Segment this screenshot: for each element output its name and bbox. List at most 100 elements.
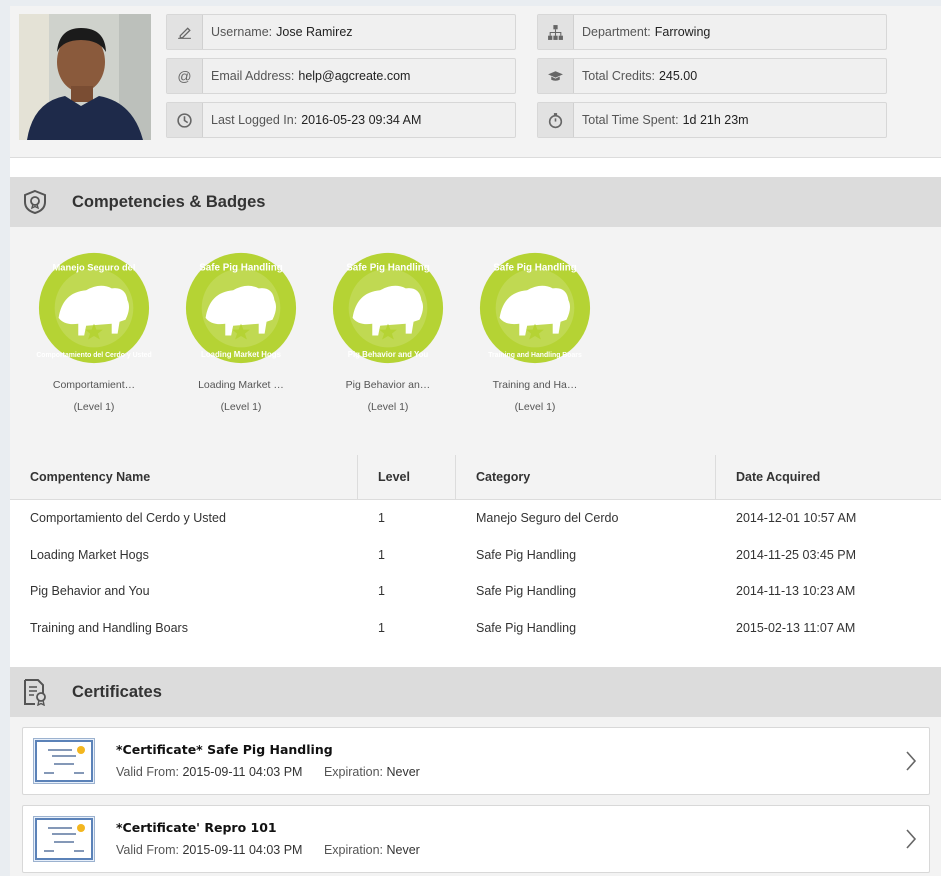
competency-table: Compentency Name Level Category Date Acq… — [10, 455, 941, 646]
cell-date: 2014-11-25 03:45 PM — [736, 547, 856, 562]
time-spent-label: Total Time Spent: — [582, 113, 679, 127]
badge-item[interactable]: Manejo Seguro del Comportamiento del Cer… — [20, 249, 168, 413]
competencies-title: Competencies & Badges — [72, 192, 266, 211]
last-login-label: Last Logged In: — [211, 113, 298, 127]
cell-category: Manejo Seguro del Cerdo — [476, 511, 619, 526]
chevron-right-icon[interactable] — [905, 750, 917, 772]
badge-name: Comportamient… — [52, 379, 136, 391]
table-row: Loading Market Hogs 1 Safe Pig Handling … — [10, 537, 941, 574]
department-value: Farrowing — [654, 25, 711, 39]
email-label: Email Address: — [211, 69, 295, 83]
badge-level: (Level 1) — [220, 401, 262, 413]
credits-label: Total Credits: — [582, 69, 655, 83]
badge-level: (Level 1) — [367, 401, 409, 413]
cell-date: 2014-12-01 10:57 AM — [736, 511, 857, 526]
badge-bottom-text: Comportamiento del Cerdo y Usted — [36, 352, 151, 359]
badge-icon: Safe Pig Handling Pig Behavior and You — [332, 252, 444, 364]
badge-top-text: Safe Pig Handling — [199, 263, 283, 274]
expiration-value: Never — [386, 765, 420, 779]
clock-icon — [167, 103, 203, 137]
badge-item[interactable]: Safe Pig Handling Loading Market Hogs Lo… — [167, 249, 315, 413]
graduation-cap-icon — [538, 59, 574, 93]
credits-value: 245.00 — [658, 69, 698, 83]
badge-item[interactable]: Safe Pig Handling Pig Behavior and You P… — [314, 249, 462, 413]
badge-top-text: Safe Pig Handling — [493, 263, 577, 274]
last-login-field: Last Logged In: 2016-05-23 09:34 AM — [166, 102, 516, 138]
cell-name: Comportamiento del Cerdo y Usted — [30, 511, 226, 526]
cell-category: Safe Pig Handling — [476, 584, 577, 599]
badge-bottom-text: Pig Behavior and You — [348, 350, 429, 359]
badge-icon: Safe Pig Handling Loading Market Hogs — [185, 252, 297, 364]
table-row: Comportamiento del Cerdo y Usted 1 Manej… — [10, 500, 941, 537]
username-label: Username: — [211, 25, 273, 39]
time-spent-field: Total Time Spent: 1d 21h 23m — [537, 102, 887, 138]
table-row: Training and Handling Boars 1 Safe Pig H… — [10, 610, 941, 647]
badge-icon: Manejo Seguro del Comportamiento del Cer… — [36, 252, 152, 364]
certificate-list: *Certificate* Safe Pig Handling Valid Fr… — [10, 717, 941, 876]
profile-page: Username: Jose Ramirez @ Email Address: … — [10, 6, 941, 876]
valid-from-label: Valid From: — [116, 765, 179, 779]
cell-date: 2015-02-13 11:07 AM — [736, 620, 856, 635]
shield-badge-icon — [20, 187, 50, 217]
badge-name: Training and Ha… — [492, 379, 578, 391]
username-field: Username: Jose Ramirez — [166, 14, 516, 50]
expiration-label: Expiration: — [323, 765, 384, 779]
department-label: Department: — [582, 25, 651, 39]
cell-category: Safe Pig Handling — [476, 620, 577, 635]
org-chart-icon — [538, 15, 574, 49]
certificate-title: *Certificate' Repro 101 — [116, 820, 277, 835]
badge-bottom-text: Loading Market Hogs — [201, 350, 282, 359]
competencies-header: Competencies & Badges — [10, 177, 941, 227]
column-header-date[interactable]: Date Acquired — [716, 455, 941, 499]
edit-signature-icon — [167, 15, 203, 49]
badge-name: Pig Behavior an… — [345, 379, 431, 391]
badge-level: (Level 1) — [514, 401, 556, 413]
time-spent-value: 1d 21h 23m — [682, 113, 749, 127]
table-row: Pig Behavior and You 1 Safe Pig Handling… — [10, 573, 941, 610]
last-login-value: 2016-05-23 09:34 AM — [301, 113, 422, 127]
certificate-thumbnail — [33, 816, 95, 862]
column-header-name[interactable]: Compentency Name — [10, 455, 358, 499]
cell-date: 2014-11-13 10:23 AM — [736, 584, 856, 599]
cell-name: Loading Market Hogs — [30, 547, 149, 562]
badge-top-text: Safe Pig Handling — [346, 263, 430, 274]
email-value: help@agcreate.com — [298, 69, 411, 83]
cell-level: 1 — [378, 584, 385, 599]
certificates-title: Certificates — [72, 682, 162, 701]
stopwatch-icon — [538, 103, 574, 137]
email-field: @ Email Address: help@agcreate.com — [166, 58, 516, 94]
cell-level: 1 — [378, 511, 385, 526]
certificate-card[interactable]: *Certificate* Safe Pig Handling Valid Fr… — [22, 727, 930, 795]
badge-top-text: Manejo Seguro del — [53, 263, 136, 273]
valid-from-label: Valid From: — [116, 843, 179, 857]
avatar — [19, 14, 151, 140]
badge-gallery: Manejo Seguro del Comportamiento del Cer… — [10, 227, 941, 455]
badge-item[interactable]: Safe Pig Handling Training and Handling … — [461, 249, 609, 413]
cell-category: Safe Pig Handling — [476, 547, 577, 562]
table-header: Compentency Name Level Category Date Acq… — [10, 455, 941, 500]
at-sign-icon: @ — [167, 59, 203, 93]
certificate-dates: Valid From: 2015-09-11 04:03 PM Expirati… — [116, 843, 420, 857]
certificate-card[interactable]: *Certificate' Repro 101 Valid From: 2015… — [22, 805, 930, 873]
profile-header: Username: Jose Ramirez @ Email Address: … — [10, 6, 941, 158]
certificate-document-icon — [20, 677, 50, 707]
badge-name: Loading Market … — [198, 379, 284, 391]
certificate-thumbnail — [33, 738, 95, 784]
certificate-dates: Valid From: 2015-09-11 04:03 PM Expirati… — [116, 765, 420, 779]
certificates-header: Certificates — [10, 667, 941, 717]
expiration-value: Never — [386, 843, 420, 857]
badge-icon: Safe Pig Handling Training and Handling … — [479, 252, 591, 364]
column-header-category[interactable]: Category — [456, 455, 716, 499]
badge-level: (Level 1) — [73, 401, 115, 413]
cell-name: Training and Handling Boars — [30, 620, 188, 635]
column-header-level[interactable]: Level — [358, 455, 456, 499]
cell-level: 1 — [378, 547, 385, 562]
cell-level: 1 — [378, 620, 385, 635]
chevron-right-icon[interactable] — [905, 828, 917, 850]
valid-from-value: 2015-09-11 04:03 PM — [182, 843, 303, 857]
username-value: Jose Ramirez — [276, 25, 353, 39]
cell-name: Pig Behavior and You — [30, 584, 150, 599]
credits-field: Total Credits: 245.00 — [537, 58, 887, 94]
department-field: Department: Farrowing — [537, 14, 887, 50]
badge-bottom-text: Training and Handling Boars — [488, 352, 582, 359]
